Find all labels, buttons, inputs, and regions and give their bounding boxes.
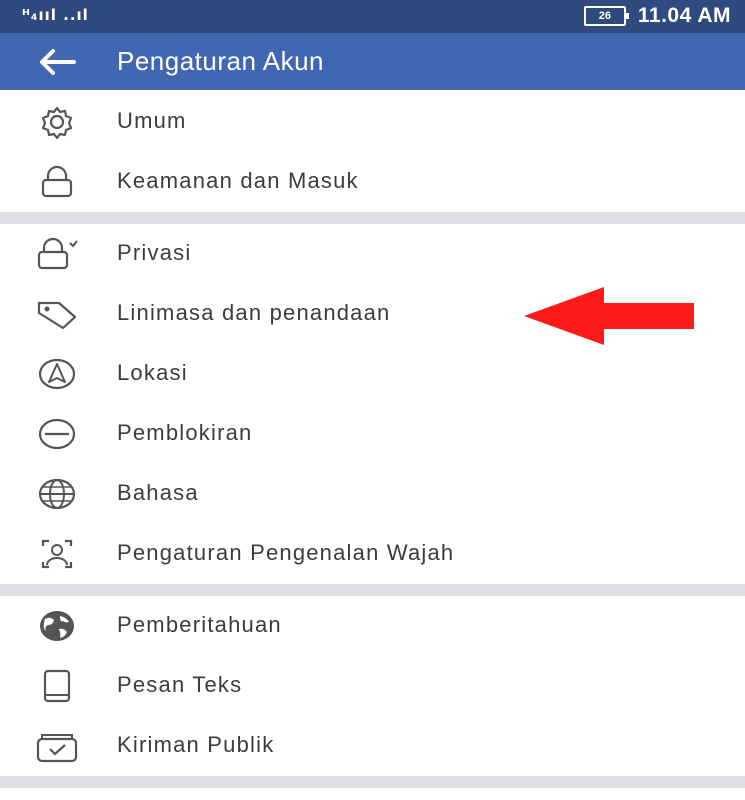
settings-item-label: Pesan Teks xyxy=(117,672,243,697)
settings-item-pemberitahuan[interactable]: Pemberitahuan xyxy=(0,596,745,656)
settings-item-label: Kiriman Publik xyxy=(117,732,275,757)
lock-icon xyxy=(30,164,84,200)
settings-item-label: Pemblokiran xyxy=(117,420,253,445)
block-icon xyxy=(30,416,84,452)
face-scan-icon xyxy=(30,536,84,572)
settings-item-label: Bahasa xyxy=(117,480,199,505)
settings-item-lokasi[interactable]: Lokasi xyxy=(0,344,745,404)
settings-item-privasi[interactable]: Privasi xyxy=(0,224,745,284)
arrow-left-icon[interactable] xyxy=(38,47,78,77)
settings-item-keamanan[interactable]: Keamanan dan Masuk xyxy=(0,152,745,212)
earth-icon xyxy=(30,608,84,644)
settings-item-label: Keamanan dan Masuk xyxy=(117,168,359,193)
settings-item-label: Lokasi xyxy=(117,360,188,385)
page-title: Pengaturan Akun xyxy=(117,46,324,76)
status-bar: ᴴ₄ııl ..ıl 26 11.04 AM xyxy=(0,0,745,33)
signal-indicator: ᴴ₄ııl ..ıl xyxy=(22,6,89,24)
section-divider xyxy=(0,776,745,788)
settings-item-bahasa[interactable]: Bahasa xyxy=(0,464,745,524)
tablet-icon xyxy=(30,668,84,704)
lock-check-icon xyxy=(30,236,84,272)
status-time: 11.04 AM xyxy=(637,4,731,27)
inbox-check-icon xyxy=(30,728,84,764)
section-divider xyxy=(0,584,745,596)
battery-icon: 26 xyxy=(583,6,629,26)
settings-item-label: Pemberitahuan xyxy=(117,612,282,637)
settings-item-pesan-teks[interactable]: Pesan Teks xyxy=(0,656,745,716)
settings-item-pemblokiran[interactable]: Pemblokiran xyxy=(0,404,745,464)
settings-item-umum[interactable]: Umum xyxy=(0,92,745,152)
settings-item-label: Pengaturan Pengenalan Wajah xyxy=(117,540,455,565)
globe-icon xyxy=(30,476,84,512)
red-arrow-icon xyxy=(524,287,696,345)
gear-icon xyxy=(30,104,84,140)
settings-item-wajah[interactable]: Pengaturan Pengenalan Wajah xyxy=(0,524,745,584)
tag-icon xyxy=(30,296,84,332)
settings-item-label: Privasi xyxy=(117,240,192,265)
settings-item-label: Umum xyxy=(117,108,187,133)
app-bar: Pengaturan Akun xyxy=(0,33,745,90)
section-divider xyxy=(0,212,745,224)
settings-item-kiriman-publik[interactable]: Kiriman Publik xyxy=(0,716,745,776)
location-arrow-icon xyxy=(30,356,84,392)
settings-item-label: Linimasa dan penandaan xyxy=(117,300,391,325)
